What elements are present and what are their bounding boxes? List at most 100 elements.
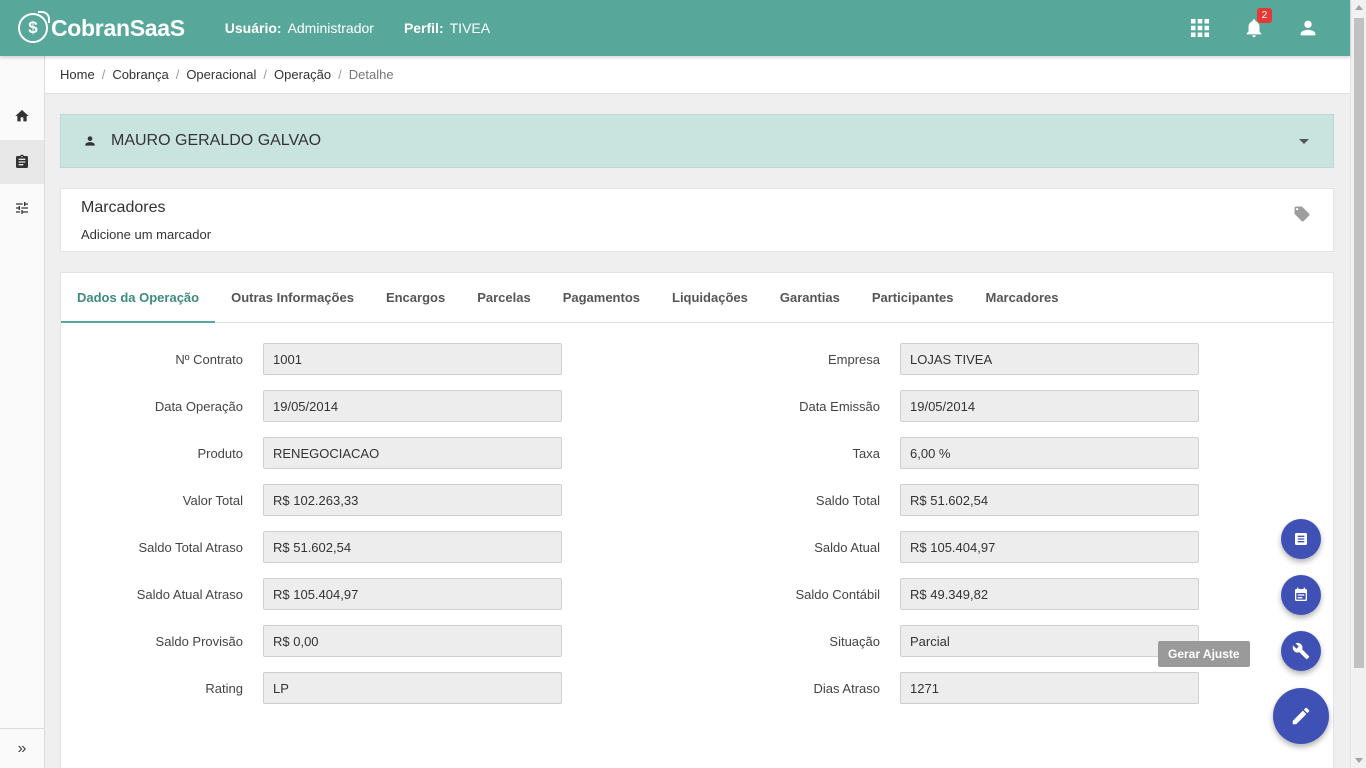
logo-text: CobranSaaS	[51, 14, 185, 41]
form-row: Data Operação	[61, 390, 562, 422]
field-label: Data Operação	[154, 398, 243, 414]
form-row: Produto	[61, 437, 562, 469]
tab-marcadores[interactable]: Marcadores	[970, 273, 1075, 322]
clipboard-icon	[16, 154, 28, 168]
field-label: Valor Total	[182, 492, 243, 508]
field-label: Saldo Total	[815, 492, 880, 508]
breadcrumb-current: Detalhe	[348, 67, 394, 82]
form-row: Valor Total	[61, 484, 562, 516]
profile-value: TIVEA	[449, 20, 491, 36]
sidebar-item-operations[interactable]	[0, 140, 44, 184]
wrench-icon	[1292, 642, 1310, 660]
chevron-down-icon[interactable]	[1299, 139, 1309, 144]
field-label: Produto	[197, 445, 243, 461]
apps-grid-icon[interactable]	[1173, 0, 1227, 56]
field-label: Saldo Contábil	[795, 586, 880, 602]
tab-liquidacoes[interactable]: Liquidações	[656, 273, 764, 322]
form-row: Rating	[61, 672, 562, 704]
client-name: MAURO GERALDO GALVAO	[111, 132, 322, 149]
dias-atraso-field[interactable]	[900, 672, 1199, 704]
field-label: Nº Contrato	[175, 351, 243, 367]
saldo-total-atraso-field[interactable]	[263, 531, 562, 563]
tab-parcelas[interactable]: Parcelas	[461, 273, 547, 322]
produto-field[interactable]	[263, 437, 562, 469]
field-label: Empresa	[827, 351, 880, 367]
gerar-ajuste-tooltip: Gerar Ajuste	[1158, 641, 1250, 667]
situacao-field[interactable]	[900, 625, 1199, 657]
form-row: Nº Contrato	[61, 343, 562, 375]
field-label: Taxa	[852, 445, 880, 461]
calendar-icon	[1295, 587, 1307, 601]
empresa-field[interactable]	[900, 343, 1199, 375]
person-icon	[85, 136, 95, 146]
saldo-total-field[interactable]	[900, 484, 1199, 516]
breadcrumb-separator: /	[263, 67, 268, 82]
scroll-thumb[interactable]	[1354, 18, 1364, 668]
form-row: Saldo Contábil	[698, 578, 1199, 610]
rating-field[interactable]	[263, 672, 562, 704]
form-row: Saldo Provisão	[61, 625, 562, 657]
saldo-provisao-field[interactable]	[263, 625, 562, 657]
data-emissao-field[interactable]	[900, 390, 1199, 422]
tag-icon[interactable]	[1293, 205, 1311, 223]
saldo-contabil-field[interactable]	[900, 578, 1199, 610]
sidebar: »	[0, 56, 45, 768]
profile-info: Perfil: TIVEA	[404, 20, 490, 36]
saldo-atual-atraso-field[interactable]	[263, 578, 562, 610]
document-action-button[interactable]	[1281, 519, 1321, 559]
field-label: Saldo Provisão	[155, 633, 243, 649]
breadcrumb-operacao[interactable]: Operação	[274, 67, 331, 82]
tab-encargos[interactable]: Encargos	[370, 273, 461, 322]
field-label: Saldo Total Atraso	[138, 539, 243, 555]
tags-card: Marcadores Adicione um marcador	[60, 188, 1334, 252]
notification-badge: 2	[1257, 8, 1272, 23]
breadcrumb-separator: /	[101, 67, 106, 82]
tab-participantes[interactable]: Participantes	[856, 273, 970, 322]
breadcrumb-operacional[interactable]: Operacional	[186, 67, 256, 82]
contrato-field[interactable]	[263, 343, 562, 375]
user-value: Administrador	[287, 20, 374, 36]
document-icon	[1295, 533, 1307, 545]
scroll-down-icon[interactable]	[1355, 758, 1363, 763]
breadcrumb-separator: /	[175, 67, 180, 82]
sidebar-item-home[interactable]	[0, 94, 44, 138]
edit-fab-button[interactable]	[1273, 688, 1329, 744]
calendar-action-button[interactable]	[1281, 575, 1321, 615]
field-label: Saldo Atual	[814, 539, 880, 555]
form-row: Situação	[698, 625, 1199, 657]
data-operacao-field[interactable]	[263, 390, 562, 422]
valor-total-field[interactable]	[263, 484, 562, 516]
scroll-up-icon[interactable]	[1355, 5, 1363, 10]
notifications-button[interactable]: 2	[1227, 0, 1281, 56]
field-label: Situação	[829, 633, 880, 649]
account-icon[interactable]	[1281, 0, 1335, 56]
sidebar-expand-button[interactable]: »	[0, 728, 44, 768]
tab-bar: Dados da Operação Outras Informações Enc…	[61, 273, 1333, 323]
taxa-field[interactable]	[900, 437, 1199, 469]
form-row: Data Emissão	[698, 390, 1199, 422]
form-row: Empresa	[698, 343, 1199, 375]
sliders-icon	[16, 202, 28, 214]
tab-dados-operacao[interactable]: Dados da Operação	[61, 273, 216, 323]
form-row: Saldo Atual Atraso	[61, 578, 562, 610]
saldo-atual-field[interactable]	[900, 531, 1199, 563]
user-label: Usuário:	[224, 20, 282, 36]
profile-label: Perfil:	[403, 20, 444, 36]
form-row: Dias Atraso	[698, 672, 1199, 704]
app-logo[interactable]: $ CobranSaaS	[18, 11, 185, 43]
gerar-ajuste-button[interactable]	[1281, 631, 1321, 671]
tab-pagamentos[interactable]: Pagamentos	[547, 273, 656, 322]
form-row: Saldo Atual	[698, 531, 1199, 563]
tab-outras-informacoes[interactable]: Outras Informações	[215, 273, 370, 322]
tab-garantias[interactable]: Garantias	[764, 273, 856, 322]
field-label: Dias Atraso	[813, 680, 880, 696]
field-label: Saldo Atual Atraso	[136, 586, 243, 602]
add-tag-link[interactable]: Adicione um marcador	[81, 227, 211, 242]
page-scrollbar[interactable]	[1350, 0, 1366, 768]
breadcrumb-cobranca[interactable]: Cobrança	[112, 67, 168, 82]
sidebar-item-settings[interactable]	[0, 186, 44, 230]
form-row: Saldo Total Atraso	[61, 531, 562, 563]
client-header[interactable]: MAURO GERALDO GALVAO	[60, 114, 1334, 168]
breadcrumb-home[interactable]: Home	[60, 67, 95, 82]
user-info: Usuário: Administrador	[225, 20, 374, 36]
